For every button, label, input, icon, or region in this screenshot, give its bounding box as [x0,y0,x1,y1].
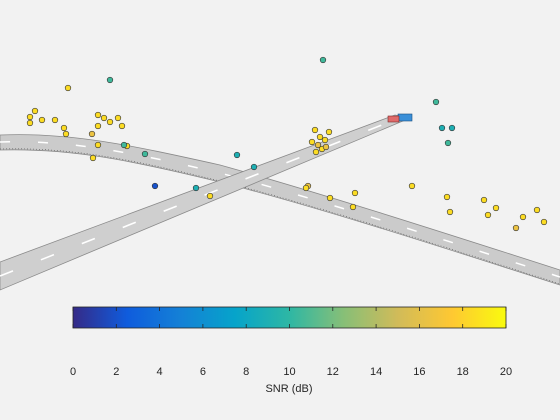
detection-point [118,122,126,130]
road-curved-surface [0,134,560,286]
colorbar-tick-label: 14 [370,366,382,378]
colorbar-tick-label: 8 [243,366,249,378]
colorbar-tick-label: 16 [413,366,425,378]
detection-point [88,130,96,138]
detection-point [480,196,488,204]
detection-point [308,138,316,146]
detection-point [51,116,59,124]
detection-point [106,76,114,84]
detection-point [448,124,456,132]
detection-point [106,118,114,126]
detection-point [26,113,34,121]
colorbar-label: SNR (dB) [265,383,312,395]
colorbar-tick-label: 4 [157,366,163,378]
vehicles [387,113,413,123]
detection-point [319,56,327,64]
detection-point [325,128,333,136]
road-curved [0,134,560,286]
colorbar-tick-label: 10 [283,366,295,378]
detection-point [114,114,122,122]
colorbar-tick-label: 6 [200,366,206,378]
detection-point [62,130,70,138]
detection-point [94,122,102,130]
detection-point [512,224,520,232]
driving-scenario-plot: 0 2 4 6 8 10 12 14 16 18 20 SNR (dB) [0,0,560,420]
detection-point [64,84,72,92]
detection-point [38,116,46,124]
detection-point [206,192,214,200]
colorbar-tick-label: 20 [500,366,512,378]
detection-point [321,136,329,144]
detection-point [100,114,108,122]
detection-point [443,193,451,201]
detection-point [312,148,320,156]
detection-point [120,141,128,149]
detection-point [60,124,68,132]
colorbar-tick-label: 2 [113,366,119,378]
detection-point [233,151,241,159]
detection-point [326,194,334,202]
colorbar-tick-label: 12 [327,366,339,378]
detection-point [533,206,541,214]
detection-point [250,163,258,171]
detection-point [94,111,102,119]
detection-point [349,203,357,211]
detection-point [322,143,330,151]
target-vehicle [387,115,400,123]
detection-point [94,141,102,149]
detection-point [492,204,500,212]
detection-point [484,211,492,219]
detection-point [141,150,149,158]
detection-point [192,184,200,192]
detection-point [446,208,454,216]
detection-point [151,182,159,190]
detection-point [408,182,416,190]
detection-point [432,98,440,106]
detection-point [438,124,446,132]
detection-point [89,154,97,162]
detection-point [316,133,324,141]
detection-point [444,139,452,147]
scenario-scene: 0 2 4 6 8 10 12 14 16 18 20 SNR (dB) [0,56,560,395]
detection-point [31,107,39,115]
colorbar-tick-label: 18 [457,366,469,378]
detection-point [540,218,548,226]
colorbar-tick-label: 0 [70,366,76,378]
detection-point [302,184,310,192]
detection-point [519,213,527,221]
colorbar: 0 2 4 6 8 10 12 14 16 18 20 SNR (dB) [70,306,512,395]
ego-vehicle [397,113,413,122]
detection-point [311,126,319,134]
detection-point [351,189,359,197]
detection-point [26,119,34,127]
